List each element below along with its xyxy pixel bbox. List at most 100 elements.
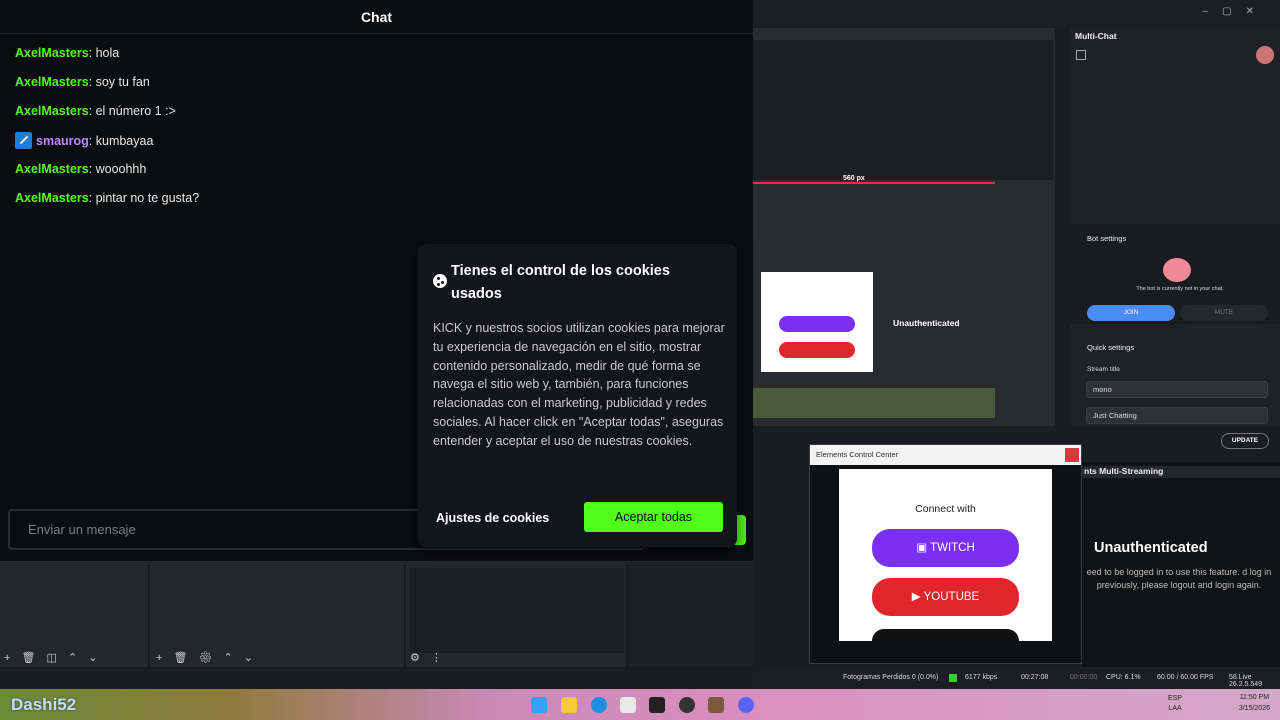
chat-text: : soy tu fan [88,75,150,89]
close-icon[interactable] [1065,448,1079,462]
obs-icon[interactable] [649,697,665,713]
chat-message: AxelMasters: soy tu fan [15,75,150,89]
unauthenticated-heading: Unauthenticated [1094,540,1208,556]
preview-twitch-pill [779,316,855,332]
px-measure-label: 560 px [843,175,865,182]
fps: 60.00 / 60.00 FPS [1157,674,1214,681]
sidebar-toggle-icon[interactable] [1076,50,1086,60]
preview-nested-capture [753,40,1053,180]
cookie-dialog-body: KICK y nuestros socios utilizan cookies … [433,321,725,448]
cookie-icon [433,274,447,288]
chat-message: AxelMasters: pintar no te gusta? [15,191,199,205]
bot-settings-card: Bot settings The bot is currently not in… [1070,224,1280,324]
cookie-consent-dialog: Tienes el control de los cookies usados … [418,244,737,547]
obs-preview: 560 px Unauthenticated [753,28,1055,426]
record-time: 00:00:00 [1070,674,1098,681]
cookie-settings-button[interactable]: Ajustes de cookies [436,506,572,530]
chat-title: Chat [0,0,753,34]
audio-mixer-dock: ⚙ ⋮ [406,562,628,667]
quick-settings-title: Quick settings [1087,343,1135,352]
chat-text: : pintar no te gusta? [88,191,200,205]
preview-unauth-text: Unauthenticated [893,318,960,328]
category-input[interactable]: Just Chatting [1086,407,1268,424]
cookie-dialog-title: Tienes el control de los cookies usados [451,263,670,302]
youtube-connect-button[interactable]: ▶ YOUTUBE [872,578,1019,616]
scenes-dock: + 🗑 ◫ ⌃ ⌄ [0,562,150,667]
chat-message: AxelMasters: el número 1 :> [15,104,176,118]
bot-face-icon [1163,258,1191,282]
app-icon[interactable] [679,697,695,713]
chat-username[interactable]: AxelMasters [15,46,89,60]
mixer-toolbar[interactable]: ⚙ ⋮ [410,651,446,664]
chat-message: AxelMasters: wooohhh [15,162,146,176]
accept-all-button[interactable]: Aceptar todas [584,502,723,532]
ecc-login-card: Connect with ▣ TWITCH ▶ YOUTUBE [839,469,1052,641]
obs-statusbar: Fotogramas Perdidos 0 (0.0%) 6177 kbps 0… [753,667,1280,689]
extra-connect-button[interactable] [872,629,1019,641]
clock-date: 3/15/2026 [1238,705,1270,712]
chat-text: : el número 1 :> [88,104,176,118]
connect-with-label: Connect with [915,503,976,515]
signal-icon [949,674,957,682]
chat-username[interactable]: AxelMasters [15,162,89,176]
chat-message: AxelMasters: hola [15,46,119,60]
measure-line [753,182,995,184]
cpu-usage: CPU: 6.1% [1106,674,1141,681]
version: 58.Live 26.2.5.549 [1229,674,1263,688]
discord-icon[interactable] [738,697,754,713]
avatar[interactable] [1256,46,1274,64]
bot-status-text: The bot is currently not in your chat. [1136,286,1224,292]
clock-time: 11:50 PM [1239,694,1270,701]
update-button[interactable]: UPDATE [1221,433,1269,449]
elements-control-center-window: Elements Control Center Connect with ▣ T… [809,444,1082,664]
chat-text: : kumbayaa [88,134,154,148]
twitch-label: TWITCH [930,542,975,554]
join-button[interactable]: JOIN [1087,305,1175,321]
transitions-dock [628,562,753,667]
dropped-frames: Fotogramas Perdidos 0 (0.0%) [843,674,939,681]
chat-username[interactable]: AxelMasters [15,191,89,205]
twitch-icon: ▣ [916,542,931,554]
lang-code: ESP [1168,695,1183,702]
obs-titlebar: –▢✕ [753,0,1280,28]
minecraft-icon[interactable] [708,697,724,713]
mixer-area [410,568,624,653]
language-indicator[interactable]: ESP LAA [1168,694,1182,714]
chat-message: smaurog: kumbayaa [15,132,153,149]
windows-taskbar [0,689,1280,720]
ecc-titlebar: Elements Control Center [810,445,1081,465]
chat-username[interactable]: AxelMasters [15,104,89,118]
stream-title-input[interactable]: mono [1086,381,1268,398]
youtube-label: YOUTUBE [923,591,980,603]
youtube-icon: ▶ [911,591,924,603]
sources-dock: + 🗑 ⚙ ⌃ ⌄ [150,562,406,667]
bot-settings-title: Bot settings [1087,234,1127,243]
chat-username[interactable]: AxelMasters [15,75,89,89]
system-clock[interactable]: 11:50 PM 3/15/2026 [1239,692,1270,714]
preview-login-card [761,272,873,372]
stream-time: 00:27:08 [1021,674,1049,681]
scene-toolbar[interactable]: + 🗑 ◫ ⌃ ⌄ [4,651,101,664]
edge-icon[interactable] [591,697,607,713]
preview-youtube-pill [779,342,855,358]
multistreaming-title: nts Multi-Streaming [1082,466,1280,478]
file-explorer-icon[interactable] [561,697,577,713]
streamer-watermark: Dashi52 [11,695,77,714]
stream-title-label: Stream title [1087,366,1120,373]
multichat-panel: Multi-Chat Bot settings The bot is curre… [1070,28,1280,426]
preview-taskbar [753,388,995,418]
twitch-connect-button[interactable]: ▣ TWITCH [872,529,1019,567]
sword-badge-icon [15,132,32,149]
mute-button[interactable]: MUTE [1180,305,1268,321]
lang-layout: LAA [1168,705,1182,712]
unauthenticated-message: eed to be logged in to use this feature.… [1086,567,1272,590]
chat-text: : wooohhh [88,162,147,176]
window-controls[interactable]: –▢✕ [1203,6,1268,17]
bitrate: 6177 kbps [965,674,998,681]
multichat-title: Multi-Chat [1075,31,1117,41]
chat-text: : hola [88,46,120,60]
store-icon[interactable] [620,697,636,713]
source-toolbar[interactable]: + 🗑 ⚙ ⌃ ⌄ [156,651,257,664]
start-icon[interactable] [531,697,547,713]
chat-username[interactable]: smaurog [36,134,89,148]
